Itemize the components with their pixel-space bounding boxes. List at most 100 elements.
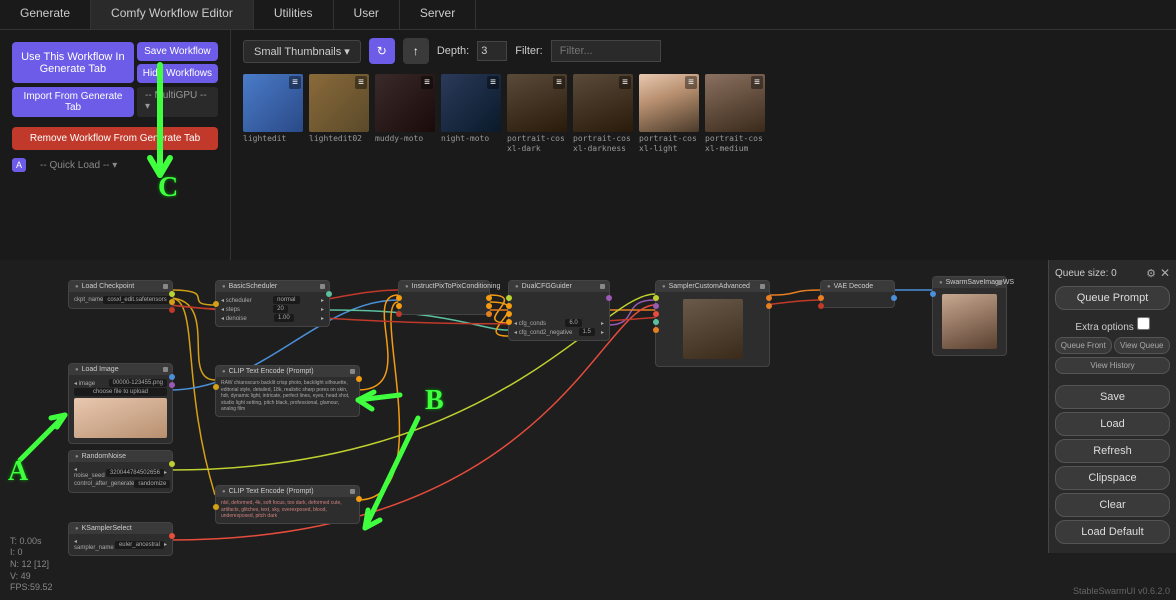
node-title: RandomNoise: [69, 451, 172, 462]
node-title: InstructPixToPixConditioning: [399, 281, 489, 292]
queue-front-button[interactable]: Queue Front: [1055, 337, 1112, 354]
extra-options-checkbox[interactable]: [1137, 317, 1150, 330]
thumb-item[interactable]: ≡portrait-cos xl-dark: [507, 74, 567, 153]
queue-prompt-button[interactable]: Queue Prompt: [1055, 286, 1170, 310]
browser-toolbar: Small Thumbnails ▾ ↻ ↑ Depth: Filter:: [243, 38, 1164, 64]
up-folder-icon[interactable]: ↑: [403, 38, 429, 64]
thumb-menu-icon[interactable]: ≡: [421, 76, 433, 89]
node-title: BasicScheduler: [216, 281, 329, 292]
annotation-a: A: [8, 456, 28, 488]
node-clip-positive[interactable]: CLIP Text Encode (Prompt) RAW chiaroscur…: [215, 365, 360, 417]
thumb-item[interactable]: ≡muddy-moto: [375, 74, 435, 153]
collapse-icon[interactable]: [320, 284, 325, 289]
footer-brand: StableSwarmUI v0.6.2.0: [1073, 586, 1170, 596]
tab-server[interactable]: Server: [400, 0, 476, 29]
save-workflow-button[interactable]: Save Workflow: [137, 42, 218, 61]
thumb-item[interactable]: ≡portrait-cos xl-darkness: [573, 74, 633, 153]
filter-label: Filter:: [515, 45, 543, 57]
clear-button[interactable]: Clear: [1055, 493, 1170, 517]
thumb-item[interactable]: ≡night-moto: [441, 74, 501, 153]
output-preview: [942, 294, 997, 349]
load-button[interactable]: Load: [1055, 412, 1170, 436]
thumb-menu-icon[interactable]: ≡: [487, 76, 499, 89]
thumb-menu-icon[interactable]: ≡: [751, 76, 763, 89]
node-title: Load Checkpoint: [69, 281, 172, 292]
thumb-menu-icon[interactable]: ≡: [685, 76, 697, 89]
node-vae-decode[interactable]: VAE Decode: [820, 280, 895, 308]
depth-input[interactable]: [477, 41, 507, 61]
import-generate-button[interactable]: Import From Generate Tab: [12, 87, 134, 117]
tab-comfy-editor[interactable]: Comfy Workflow Editor: [91, 0, 254, 29]
refresh-icon[interactable]: ↻: [369, 38, 395, 64]
node-title: KSamplerSelect: [69, 523, 172, 534]
collapse-icon[interactable]: [163, 284, 168, 289]
node-title: CLIP Text Encode (Prompt): [216, 486, 359, 497]
thumb-size-select[interactable]: Small Thumbnails ▾: [243, 40, 361, 63]
view-history-button[interactable]: View History: [1055, 357, 1170, 374]
node-title: SwarmSaveImageWS: [933, 277, 1006, 288]
remove-workflow-button[interactable]: Remove Workflow From Generate Tab: [12, 127, 218, 150]
thumb-menu-icon[interactable]: ≡: [619, 76, 631, 89]
main-tabs: Generate Comfy Workflow Editor Utilities…: [0, 0, 1176, 30]
gear-icon[interactable]: ⚙: [1146, 267, 1156, 280]
close-icon[interactable]: ✕: [1160, 266, 1170, 280]
annotation-b: B: [425, 385, 444, 417]
thumb-item[interactable]: ≡lightedit02: [309, 74, 369, 153]
tab-user[interactable]: User: [334, 0, 400, 29]
multigpu-select[interactable]: -- MultiGPU -- ▾: [137, 87, 218, 117]
refresh-button[interactable]: Refresh: [1055, 439, 1170, 463]
prompt-text[interactable]: RAW chiaroscuro backlit crisp photo, bac…: [221, 380, 354, 413]
thumb-item[interactable]: ≡portrait-cos xl-medium: [705, 74, 765, 153]
thumb-list: ≡lightedit≡lightedit02≡muddy-moto≡night-…: [243, 74, 1164, 153]
collapse-icon[interactable]: [760, 284, 765, 289]
node-instruct-pix[interactable]: InstructPixToPixConditioning: [398, 280, 490, 315]
tab-utilities[interactable]: Utilities: [254, 0, 334, 29]
node-load-image[interactable]: Load Image ◂ image00000-123455.png choos…: [68, 363, 173, 444]
depth-label: Depth:: [437, 45, 469, 57]
node-clip-negative[interactable]: CLIP Text Encode (Prompt) nlxl, deformed…: [215, 485, 360, 524]
neg-prompt-text[interactable]: nlxl, deformed, 4k, soft focus, too dark…: [221, 500, 354, 520]
thumb-menu-icon[interactable]: ≡: [289, 76, 301, 89]
node-sampler-custom-advanced[interactable]: SamplerCustomAdvanced: [655, 280, 770, 367]
queue-size-label: Queue size: 0: [1055, 268, 1117, 279]
thumb-menu-icon[interactable]: ≡: [553, 76, 565, 89]
node-graph[interactable]: Load Checkpoint ckpt_namecosxl_edit.safe…: [0, 260, 1176, 600]
collapse-icon[interactable]: [997, 280, 1002, 285]
filter-input[interactable]: [551, 40, 661, 62]
node-basic-scheduler[interactable]: BasicScheduler ◂ schedulernormal ▸ ◂ ste…: [215, 280, 330, 327]
view-queue-button[interactable]: View Queue: [1114, 337, 1171, 354]
upload-button[interactable]: choose file to upload: [74, 388, 167, 396]
node-title: Load Image: [69, 364, 172, 375]
collapse-icon[interactable]: [350, 489, 355, 494]
node-swarm-save[interactable]: SwarmSaveImageWS: [932, 276, 1007, 356]
queue-panel: Queue size: 0 ⚙ ✕ Queue Prompt Extra opt…: [1048, 260, 1176, 553]
hide-workflows-button[interactable]: Hide Workflows: [137, 64, 218, 83]
thumb-menu-icon[interactable]: ≡: [355, 76, 367, 89]
node-dual-cfg[interactable]: DualCFGGuider ◂ cfg_conds6.0 ▸ ◂ cfg_con…: [508, 280, 610, 341]
load-default-button[interactable]: Load Default: [1055, 520, 1170, 544]
graph-stats: T: 0.00s I: 0 N: 12 [12] V: 49 FPS:59.52: [10, 536, 53, 594]
node-title: CLIP Text Encode (Prompt): [216, 366, 359, 377]
thumb-item[interactable]: ≡lightedit: [243, 74, 303, 153]
node-title: VAE Decode: [821, 281, 894, 292]
collapse-icon[interactable]: [600, 284, 605, 289]
collapse-icon[interactable]: [350, 369, 355, 374]
clipspace-button[interactable]: Clipspace: [1055, 466, 1170, 490]
collapse-badge[interactable]: A: [12, 158, 26, 172]
quickload-select[interactable]: -- Quick Load -- ▾: [32, 156, 125, 175]
workflow-browser: Small Thumbnails ▾ ↻ ↑ Depth: Filter: ≡l…: [230, 30, 1176, 260]
image-preview: [74, 398, 167, 438]
node-random-noise[interactable]: RandomNoise ◂ noise_seed320044784502656 …: [68, 450, 173, 493]
extra-options: Extra options: [1055, 317, 1170, 333]
node-ksampler-select[interactable]: KSamplerSelect ◂ sampler_nameeuler_ances…: [68, 522, 173, 556]
use-workflow-button[interactable]: Use This Workflow In Generate Tab: [12, 42, 134, 83]
workflow-controls: Use This Workflow In Generate Tab Save W…: [0, 30, 230, 260]
node-title: SamplerCustomAdvanced: [656, 281, 769, 292]
tab-generate[interactable]: Generate: [0, 0, 91, 29]
node-load-checkpoint[interactable]: Load Checkpoint ckpt_namecosxl_edit.safe…: [68, 280, 173, 309]
thumb-item[interactable]: ≡portrait-cos xl-light: [639, 74, 699, 153]
save-button[interactable]: Save: [1055, 385, 1170, 409]
sampler-preview: [683, 299, 743, 359]
node-title: DualCFGGuider: [509, 281, 609, 292]
collapse-icon[interactable]: [163, 367, 168, 372]
